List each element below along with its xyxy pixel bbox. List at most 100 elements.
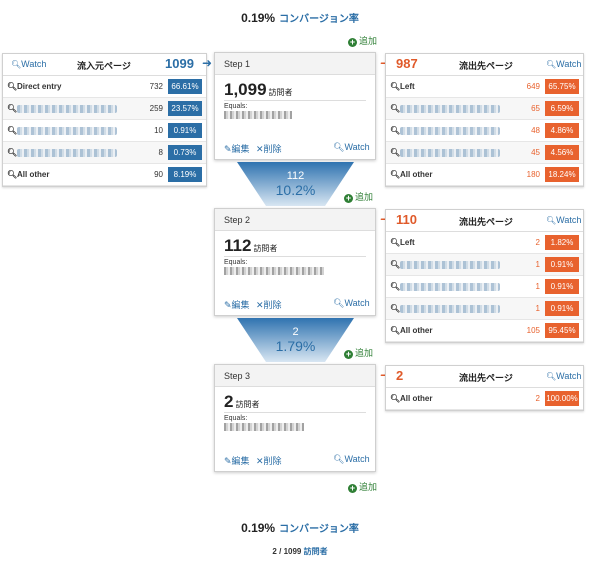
step-2-count: 112 訪問者 [224, 236, 278, 255]
row-count: 649 [526, 82, 540, 91]
step-3-watch-button[interactable]: 🔍︎Watch [333, 454, 370, 465]
row-label-redacted[interactable] [400, 149, 500, 157]
table-row[interactable]: 🔍︎ 1 0.91% [386, 254, 583, 276]
table-row[interactable]: 🔍︎ 1 0.91% [386, 276, 583, 298]
outbound-3-title: 流出先ページ [459, 373, 513, 383]
step-2-card: Step 2 112 訪問者 Equals: ✎編集 ✕削除 🔍︎Watch [214, 208, 376, 316]
row-count: 1 [535, 304, 540, 313]
step-1-title: Step 1 [215, 53, 375, 75]
step-3-edit-button[interactable]: ✎編集 [224, 454, 250, 467]
table-row[interactable]: 🔍︎ 1 0.91% [386, 298, 583, 320]
plus-icon: + [344, 349, 353, 359]
search-icon[interactable]: 🔍︎ [7, 126, 17, 135]
outbound-1-watch-button[interactable]: 🔍︎Watch [546, 59, 581, 69]
row-count: 105 [526, 326, 540, 335]
search-icon[interactable]: 🔍︎ [390, 126, 400, 135]
row-label-redacted[interactable] [17, 127, 117, 135]
row-label[interactable]: All other [400, 394, 432, 403]
row-label-redacted[interactable] [17, 149, 117, 157]
plus-icon: + [348, 483, 357, 493]
table-row[interactable]: 🔍︎ Left 2 1.82% [386, 232, 583, 254]
table-row[interactable]: 🔍︎ All other 2 100.00% [386, 388, 583, 410]
table-row[interactable]: 🔍︎ 48 4.86% [386, 120, 583, 142]
add-step-button[interactable]: + 追加 [348, 480, 377, 494]
conversion-label: コンバージョン率 [279, 524, 359, 535]
step-1-watch-button[interactable]: 🔍︎Watch [333, 142, 370, 153]
row-label-redacted[interactable] [17, 105, 117, 113]
table-row[interactable]: 🔍︎ 45 4.56% [386, 142, 583, 164]
row-count: 90 [154, 170, 163, 179]
row-percent-badge: 6.59% [545, 101, 579, 116]
search-icon[interactable]: 🔍︎ [390, 104, 400, 113]
search-icon[interactable]: 🔍︎ [390, 148, 400, 157]
outbound-3-watch-button[interactable]: 🔍︎Watch [546, 371, 581, 381]
row-percent-badge: 0.91% [545, 279, 579, 294]
row-label[interactable]: All other [400, 170, 432, 179]
step-1-equals: Equals: [224, 103, 248, 110]
search-icon[interactable]: 🔍︎ [7, 148, 17, 157]
add-step-button[interactable]: + 追加 [344, 346, 373, 359]
search-icon[interactable]: 🔍︎ [390, 260, 400, 269]
row-percent-badge: 65.75% [545, 79, 579, 94]
step-2-delete-button[interactable]: ✕削除 [256, 298, 282, 311]
search-icon: 🔍︎ [11, 60, 22, 69]
search-icon[interactable]: 🔍︎ [390, 282, 400, 291]
bottom-conversion: 0.19% コンバージョン率 [0, 520, 600, 535]
row-label-redacted[interactable] [400, 127, 500, 135]
row-label-redacted[interactable] [400, 305, 500, 313]
row-label[interactable]: All other [400, 326, 432, 335]
row-percent-badge: 4.56% [545, 145, 579, 160]
outbound-table-step-3: 2 流出先ページ 🔍︎Watch 🔍︎ All other 2 100.00% [385, 365, 584, 411]
search-icon[interactable]: 🔍︎ [390, 170, 400, 179]
outbound-table-step-2: 110 流出先ページ 🔍︎Watch 🔍︎ Left 2 1.82% 🔍︎ 1 0.91% 🔍… [385, 209, 584, 343]
step-1-edit-button[interactable]: ✎編集 [224, 142, 250, 155]
search-icon[interactable]: 🔍︎ [7, 170, 17, 179]
add-step-button[interactable]: + 追加 [348, 34, 377, 47]
search-icon[interactable]: 🔍︎ [390, 238, 400, 247]
step-1-delete-button[interactable]: ✕削除 [256, 142, 282, 155]
search-icon[interactable]: 🔍︎ [390, 326, 400, 335]
row-percent-badge: 18.24% [545, 167, 579, 182]
table-row[interactable]: 🔍︎ Left 649 65.75% [386, 76, 583, 98]
search-icon[interactable]: 🔍︎ [390, 82, 400, 91]
conversion-value: 0.19% [241, 521, 276, 535]
table-row[interactable]: 🔍︎ Direct entry 732 66.61% [3, 76, 206, 98]
outbound-2-count: 110 [396, 212, 417, 227]
row-count: 180 [526, 170, 540, 179]
inbound-watch-button[interactable]: 🔍︎Watch [11, 59, 46, 69]
row-count: 1 [535, 260, 540, 269]
funnel-2-rate: 1.79% [275, 338, 316, 354]
step-1-url-redacted [224, 111, 292, 119]
row-count: 65 [531, 104, 540, 113]
step-2-edit-button[interactable]: ✎編集 [224, 298, 250, 311]
outbound-2-watch-button[interactable]: 🔍︎Watch [546, 215, 581, 225]
row-percent-badge: 95.45% [545, 323, 579, 338]
step-1-card: Step 1 1,099 訪問者 Equals: ✎編集 ✕削除 🔍︎Watch [214, 52, 376, 160]
search-icon: 🔍︎ [333, 298, 345, 308]
search-icon[interactable]: 🔍︎ [7, 104, 17, 113]
row-label[interactable]: All other [17, 170, 49, 179]
row-count: 259 [149, 104, 163, 113]
search-icon[interactable]: 🔍︎ [7, 82, 17, 91]
table-row[interactable]: 🔍︎ 259 23.57% [3, 98, 206, 120]
table-row[interactable]: 🔍︎ 8 0.73% [3, 142, 206, 164]
funnel-1-count: 112 [286, 170, 305, 182]
table-row[interactable]: 🔍︎ All other 105 95.45% [386, 320, 583, 342]
table-row[interactable]: 🔍︎ 65 6.59% [386, 98, 583, 120]
row-label-redacted[interactable] [400, 105, 500, 113]
step-3-delete-button[interactable]: ✕削除 [256, 454, 282, 467]
search-icon[interactable]: 🔍︎ [390, 304, 400, 313]
add-step-button[interactable]: + 追加 [344, 190, 373, 203]
row-label[interactable]: Direct entry [17, 82, 61, 91]
step-2-watch-button[interactable]: 🔍︎Watch [333, 298, 370, 309]
row-label-redacted[interactable] [400, 261, 500, 269]
row-label-redacted[interactable] [400, 283, 500, 291]
inbound-arrow-icon: ➜ [202, 56, 213, 70]
table-row[interactable]: 🔍︎ All other 90 8.19% [3, 164, 206, 186]
outbound-3-count: 2 [396, 368, 404, 383]
row-label[interactable]: Left [400, 82, 415, 91]
table-row[interactable]: 🔍︎ All other 180 18.24% [386, 164, 583, 186]
table-row[interactable]: 🔍︎ 10 0.91% [3, 120, 206, 142]
search-icon[interactable]: 🔍︎ [390, 394, 400, 403]
row-label[interactable]: Left [400, 238, 415, 247]
